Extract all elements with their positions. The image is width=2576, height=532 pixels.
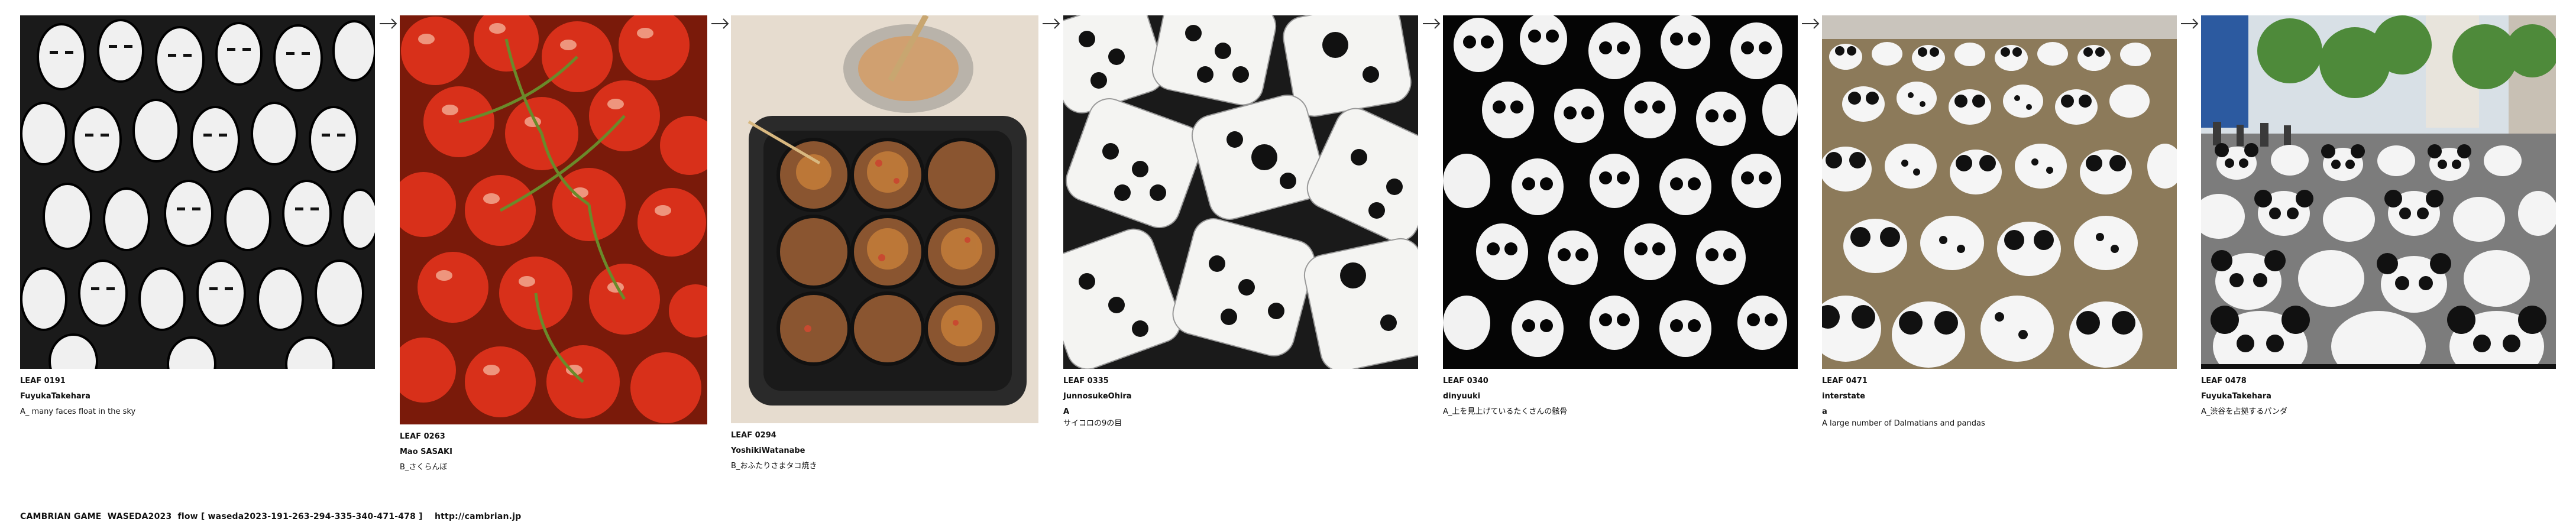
- leaf-caption: LEAF 0191 FuyukaTakehara A_ many faces f…: [20, 377, 375, 424]
- leaf-image-dice[interactable]: [1063, 15, 1418, 369]
- leaf-note: A: [1063, 407, 1070, 416]
- leaf-caption: LEAF 0340 dinyuuki A_上を見上げているたくさんの骸骨: [1443, 377, 1798, 424]
- leaf-id[interactable]: LEAF 0340: [1443, 377, 1798, 392]
- leaf-image-cherries[interactable]: [400, 15, 707, 424]
- leaf-image-pandas-shibuya[interactable]: [2201, 15, 2556, 369]
- leaf-text: A_ many faces float in the sky: [20, 407, 136, 416]
- leaf-text: サイコロの9の目: [1063, 419, 1122, 428]
- leaf-author: FuyukaTakehara: [2201, 392, 2271, 401]
- leaf-text: B_おふたりさまタコ焼き: [731, 462, 817, 471]
- leaf-image-dalmatians-pandas[interactable]: [1822, 15, 2177, 369]
- leaf-author: interstate: [1822, 392, 1865, 401]
- leaf-card: LEAF 0191 FuyukaTakehara A_ many faces f…: [20, 15, 375, 424]
- flow-arrow-icon: [1043, 18, 1060, 29]
- leaf-text: B_さくらんぼ: [400, 463, 448, 472]
- flow-arrow-icon: [380, 18, 397, 29]
- leaf-image-skulls[interactable]: [1443, 15, 1798, 369]
- leaf-caption: LEAF 0471 interstate a A large number of…: [1822, 377, 2177, 436]
- leaf-id[interactable]: LEAF 0471: [1822, 377, 2177, 392]
- leaf-id[interactable]: LEAF 0263: [400, 433, 707, 448]
- flow-arrow-icon: [1423, 18, 1441, 29]
- game-flow-label: CAMBRIAN GAME WASEDA2023 flow [ waseda20…: [20, 512, 423, 521]
- leaf-card: LEAF 0340 dinyuuki A_上を見上げているたくさんの骸骨: [1443, 15, 1798, 424]
- leaf-card: LEAF 0471 interstate a A large number of…: [1822, 15, 2177, 436]
- leaf-text: A_渋谷を占拠するパンダ: [2201, 407, 2288, 416]
- leaf-card: LEAF 0294 YoshikiWatanabe B_おふたりさまタコ焼き: [731, 15, 1038, 479]
- leaf-image-takoyaki[interactable]: [731, 15, 1038, 423]
- leaf-card: LEAF 0478 FuyukaTakehara A_渋谷を占拠するパンダ: [2201, 15, 2556, 424]
- flow-arrow-icon: [1802, 18, 1820, 29]
- leaf-text: A large number of Dalmatians and pandas: [1822, 419, 1985, 428]
- site-link[interactable]: http://cambrian.jp: [435, 512, 521, 521]
- flow-arrow-icon: [711, 18, 729, 29]
- leaf-id[interactable]: LEAF 0294: [731, 432, 1038, 447]
- leaf-caption: LEAF 0478 FuyukaTakehara A_渋谷を占拠するパンダ: [2201, 377, 2556, 424]
- leaf-text: A_上を見上げているたくさんの骸骨: [1443, 407, 1568, 416]
- leaf-author: dinyuuki: [1443, 392, 1481, 401]
- leaf-card: LEAF 0263 Mao SASAKI B_さくらんぼ: [400, 15, 707, 480]
- leaf-author: YoshikiWatanabe: [731, 446, 805, 455]
- leaf-caption: LEAF 0335 JunnosukeOhira A サイコロの9の目: [1063, 377, 1418, 436]
- leaf-card: LEAF 0335 JunnosukeOhira A サイコロの9の目: [1063, 15, 1418, 436]
- leaf-caption: LEAF 0263 Mao SASAKI B_さくらんぼ: [400, 433, 707, 480]
- leaf-image-faces[interactable]: [20, 15, 375, 369]
- leaf-note: a: [1822, 407, 1827, 416]
- leaf-caption: LEAF 0294 YoshikiWatanabe B_おふたりさまタコ焼き: [731, 432, 1038, 479]
- footer: CAMBRIAN GAME WASEDA2023 flow [ waseda20…: [20, 512, 521, 521]
- leaf-author: Mao SASAKI: [400, 447, 452, 456]
- leaf-author: FuyukaTakehara: [20, 392, 90, 401]
- leaf-id[interactable]: LEAF 0191: [20, 377, 375, 392]
- leaf-id[interactable]: LEAF 0335: [1063, 377, 1418, 392]
- leaf-author: JunnosukeOhira: [1063, 392, 1132, 401]
- flow-arrow-icon: [2181, 18, 2199, 29]
- leaf-id[interactable]: LEAF 0478: [2201, 377, 2556, 392]
